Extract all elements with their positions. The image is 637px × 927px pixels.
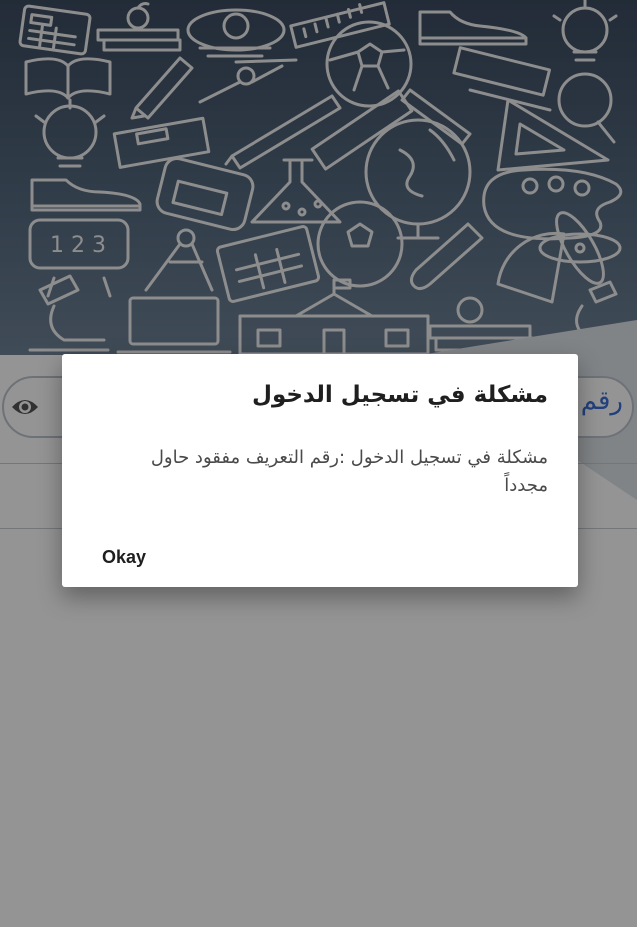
login-error-dialog: مشكلة في تسجيل الدخول مشكلة في تسجيل الد… bbox=[62, 354, 578, 587]
dialog-title: مشكلة في تسجيل الدخول bbox=[251, 382, 548, 408]
dialog-message: مشكلة في تسجيل الدخول :رقم التعريف مفقود… bbox=[150, 447, 548, 496]
login-screen: 1 2 3 رقم مشكلة في تسجيل الدخول مشكلة في… bbox=[0, 0, 637, 927]
okay-button[interactable]: Okay bbox=[102, 547, 146, 568]
